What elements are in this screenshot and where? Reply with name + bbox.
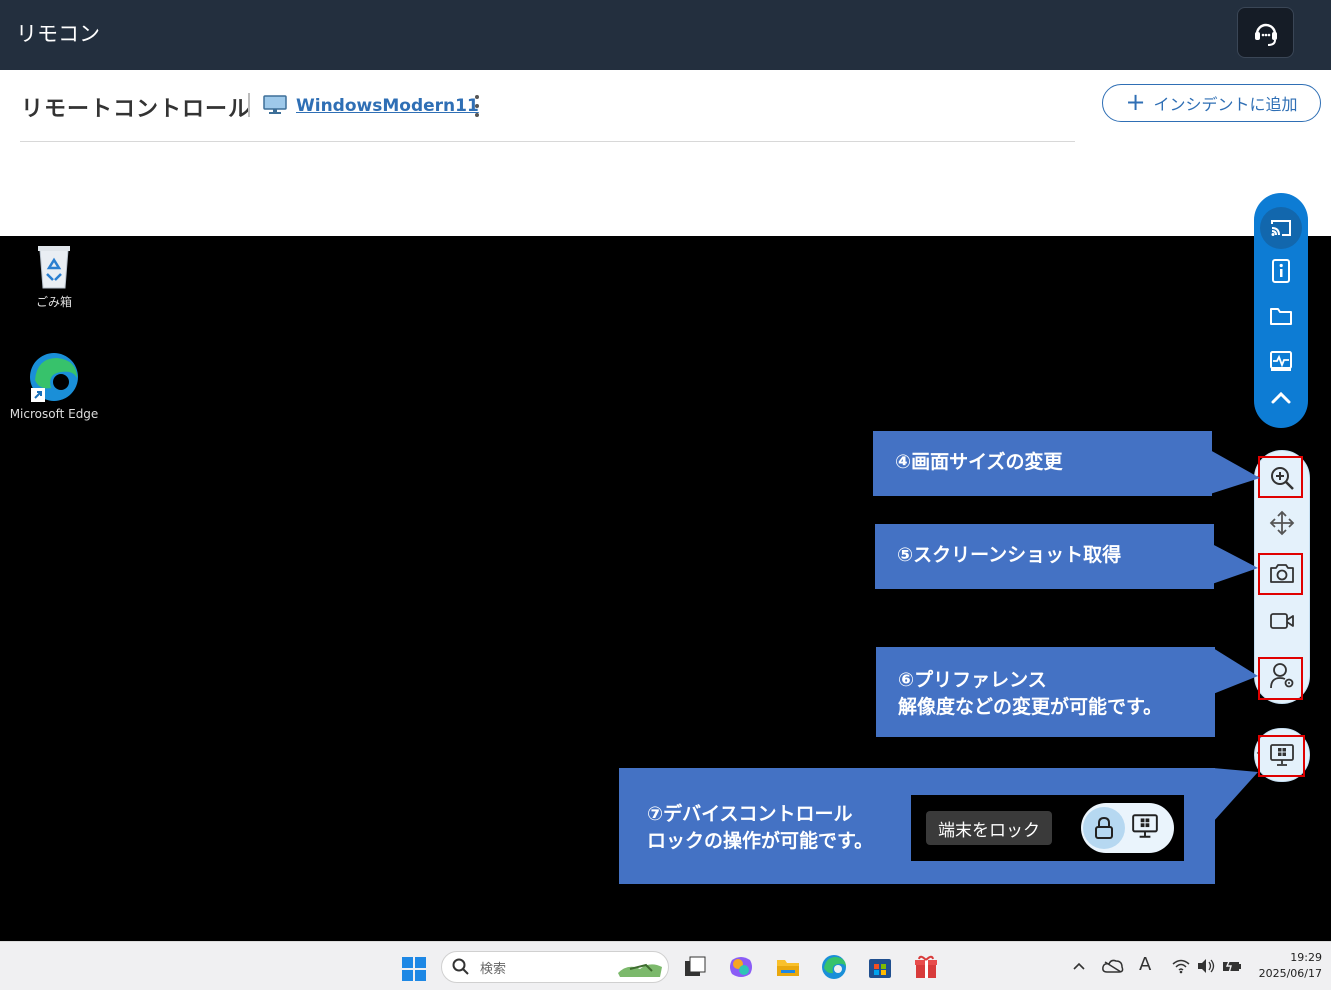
app-title: リモコン (16, 22, 100, 46)
clock-date: 2025/06/17 (1258, 967, 1322, 980)
recycle-bin-icon (38, 246, 70, 289)
lock-tooltip: 端末をロック (926, 811, 1052, 845)
page-title: リモートコントロール (21, 97, 252, 122)
chevron-up-tray-icon[interactable] (1072, 960, 1086, 972)
add-incident-button[interactable]: + インシデントに追加 (1102, 84, 1321, 122)
device-name-link[interactable]: WindowsModern11 (296, 96, 479, 116)
wifi-icon[interactable] (1172, 958, 1190, 974)
callout-pointer (1213, 648, 1258, 694)
edge-taskbar-icon[interactable] (821, 954, 847, 980)
file-transfer-button[interactable] (1259, 296, 1303, 336)
volume-icon[interactable] (1196, 958, 1216, 974)
video-icon (1270, 613, 1294, 629)
edge-icon (30, 353, 78, 402)
search-placeholder: 検索 (480, 962, 507, 977)
support-button[interactable] (1237, 7, 1294, 58)
folder-icon (1270, 308, 1292, 325)
lock-preview: 端末をロック (911, 795, 1184, 861)
desktop-icon-recycle-bin[interactable]: ごみ箱 (22, 242, 86, 310)
monitor-icon (263, 95, 287, 114)
battery-icon[interactable] (1221, 958, 1243, 974)
callout-zoom: ④画面サイズの変更 (873, 431, 1212, 496)
clock-time: 19:29 (1290, 951, 1322, 964)
callout-text: 解像度などの変更が可能です。 (898, 696, 1163, 718)
desktop-icon-label: ごみ箱 (35, 295, 72, 309)
ime-indicator[interactable]: A (1139, 954, 1151, 975)
collapse-button[interactable] (1259, 378, 1303, 418)
add-incident-label: インシデントに追加 (1153, 95, 1298, 114)
title-separator (248, 93, 250, 117)
more-dot (475, 104, 479, 108)
more-dot (475, 95, 479, 99)
info-icon (1272, 259, 1290, 283)
chevron-up-icon (1271, 391, 1291, 404)
search-icon (452, 958, 469, 975)
gift-icon[interactable] (913, 954, 939, 980)
move-button[interactable] (1260, 503, 1304, 543)
callout-text: ⑥プリファレンス (898, 669, 1047, 691)
record-button[interactable] (1260, 601, 1304, 641)
remote-control-page: リモコン リモートコントロール WindowsModern11 + インシデント… (0, 0, 1331, 990)
callout-pointer (1212, 544, 1258, 584)
desktop-icon-label: Microsoft Edge (9, 407, 99, 421)
highlight-screenshot (1258, 553, 1303, 595)
lock-control-pill (1081, 803, 1174, 853)
cloud-icon[interactable] (1101, 958, 1125, 974)
callout-text: ⑤スクリーンショット取得 (897, 544, 1122, 566)
windows-start-icon[interactable] (401, 956, 427, 982)
callout-text: ④画面サイズの変更 (895, 451, 1063, 473)
taskbar-search[interactable]: 検索 (441, 951, 669, 983)
monitor-activity-icon (1270, 351, 1292, 371)
taskbar: 検索 A 19:29 2025/06/17 (0, 941, 1331, 990)
cast-icon (1271, 220, 1291, 236)
more-options-button[interactable] (468, 93, 486, 119)
lock-icon (1095, 816, 1113, 839)
taskbar-clock[interactable]: 19:29 2025/06/17 (1252, 950, 1322, 982)
app-bar: リモコン (0, 0, 1331, 70)
callout-pointer (1213, 768, 1258, 822)
headset-icon (1254, 23, 1277, 46)
callout-screenshot: ⑤スクリーンショット取得 (875, 524, 1214, 589)
highlight-zoom (1258, 456, 1303, 498)
file-explorer-icon[interactable] (775, 954, 801, 980)
windows-monitor-icon[interactable] (1131, 812, 1159, 840)
move-icon (1269, 510, 1295, 536)
header-divider (20, 141, 1075, 142)
copilot-icon[interactable] (728, 954, 754, 980)
search-highlight-icon (618, 963, 662, 977)
plus-icon: + (1125, 88, 1146, 116)
cast-button[interactable] (1260, 207, 1302, 249)
callout-preferences: ⑥プリファレンス 解像度などの変更が可能です。 (876, 647, 1215, 737)
highlight-preferences (1258, 657, 1303, 700)
callout-text: ロックの操作が可能です。 (647, 830, 874, 852)
system-monitor-button[interactable] (1259, 341, 1303, 381)
store-icon[interactable] (867, 954, 893, 980)
more-dot (475, 113, 479, 117)
callout-text: ⑦デバイスコントロール (647, 803, 853, 825)
lock-button[interactable] (1083, 807, 1125, 849)
info-button[interactable] (1259, 251, 1303, 291)
highlight-device-control (1258, 735, 1305, 777)
toolbar-top-group (1254, 193, 1308, 428)
callout-pointer (1210, 450, 1260, 494)
desktop-icon-edge[interactable]: Microsoft Edge (6, 350, 102, 421)
task-view-icon[interactable] (682, 954, 708, 980)
